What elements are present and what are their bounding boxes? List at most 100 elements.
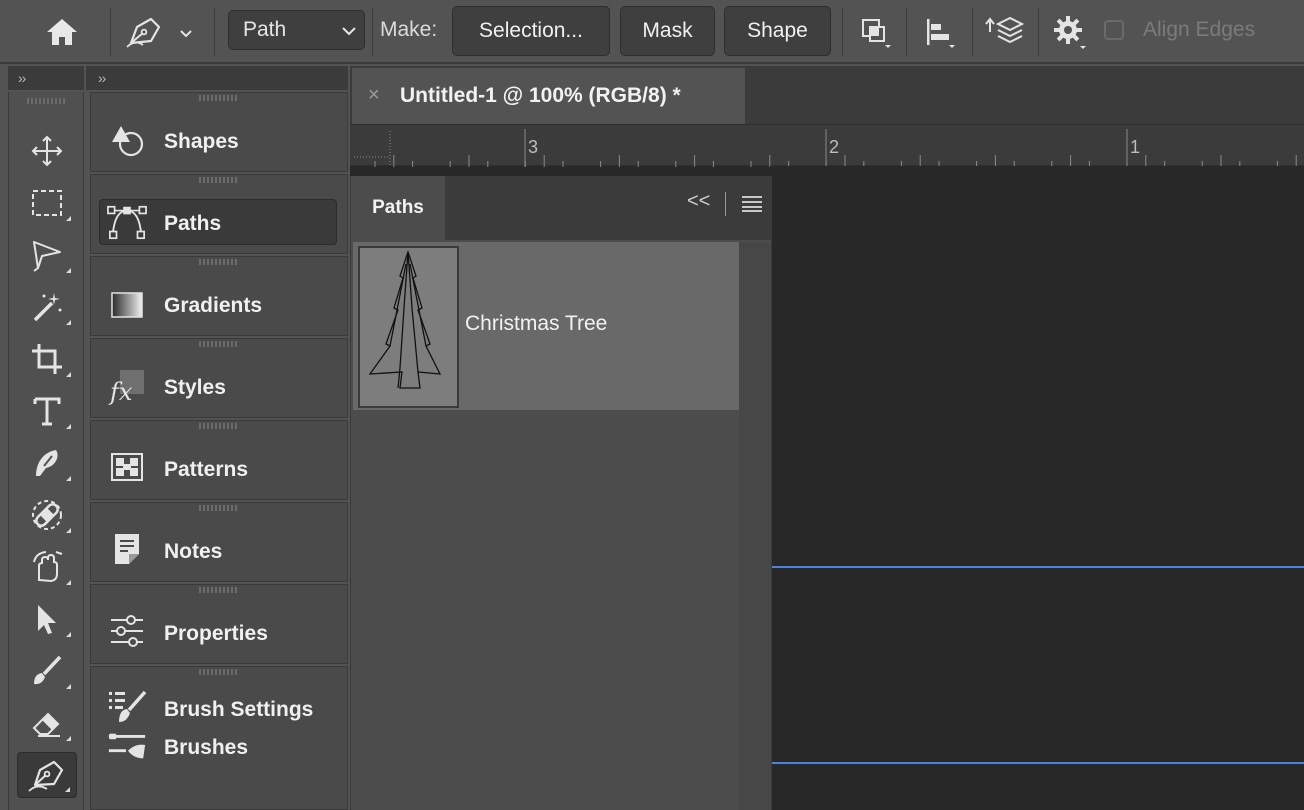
tool-flyout-indicator: [65, 787, 70, 792]
drag-grip[interactable]: [199, 669, 237, 675]
brush-settings-icon: [107, 687, 147, 727]
drag-grip[interactable]: [199, 587, 237, 593]
brush-tool-icon[interactable]: [17, 648, 77, 694]
tool-flyout-indicator: [66, 580, 71, 585]
drag-grip[interactable]: [199, 95, 237, 101]
collapse-panel-icon[interactable]: <<: [687, 190, 710, 213]
properties-icon: [107, 611, 147, 651]
patterns-icon: [107, 447, 147, 487]
paths-panel-header: Paths <<: [351, 176, 771, 240]
rectangular-marquee-tool-icon[interactable]: [17, 180, 77, 226]
mixer-brush-tool-icon[interactable]: [17, 440, 77, 486]
tools-column: ››: [0, 66, 84, 810]
ruler-number: 2: [829, 137, 840, 157]
styles-icon: fx: [107, 367, 147, 407]
paths-icon: [107, 202, 147, 242]
crop-tool-icon[interactable]: [17, 336, 77, 382]
dock-item-shapes[interactable]: Shapes: [90, 92, 348, 172]
align-edges-checkbox[interactable]: [1104, 20, 1124, 40]
paths-panel-tab[interactable]: Paths: [351, 176, 445, 240]
separator: [214, 8, 215, 56]
dock-item-label: Notes: [164, 540, 223, 563]
dock-item-properties[interactable]: Properties: [90, 584, 348, 664]
panel-scroll-area[interactable]: [739, 242, 771, 810]
panel-dock-column: ›› Shapes Paths Gradients fx Styles Patt…: [86, 66, 348, 810]
dock-item-label: Brushes: [164, 736, 249, 759]
close-icon[interactable]: ×: [368, 84, 380, 107]
dock-item-label: Brush Settings: [164, 698, 314, 721]
panel-dock: Shapes Paths Gradients fx Styles Pattern…: [90, 92, 348, 810]
dock-item-styles[interactable]: fx Styles: [90, 338, 348, 418]
healing-brush-tool-icon[interactable]: [17, 492, 77, 538]
document-tab[interactable]: × Untitled-1 @ 100% (RGB/8) *: [352, 68, 745, 124]
collapse-tools-icon[interactable]: ››: [18, 70, 26, 86]
type-tool-icon[interactable]: [17, 388, 77, 434]
path-list-item[interactable]: Christmas Tree: [353, 242, 739, 410]
magic-wand-tool-icon[interactable]: [17, 284, 77, 330]
guide-line[interactable]: [770, 566, 1304, 568]
path-operations-icon[interactable]: [852, 10, 896, 54]
svg-text:fx: fx: [108, 378, 133, 406]
dock-item-patterns[interactable]: Patterns: [90, 420, 348, 500]
make-label: Make:: [380, 18, 438, 41]
separator: [1038, 8, 1039, 56]
guide-line[interactable]: [770, 762, 1304, 764]
tool-flyout-indicator: [66, 424, 71, 429]
dock-item-label: Gradients: [164, 294, 263, 317]
pen-tool-preset-picker[interactable]: [122, 10, 194, 54]
move-tool-icon[interactable]: [17, 128, 77, 174]
horizontal-ruler[interactable]: 3 2 1: [350, 124, 1304, 167]
ruler-number: 3: [528, 137, 539, 157]
dock-item-paths[interactable]: Paths: [90, 174, 348, 254]
drag-grip[interactable]: [199, 259, 237, 265]
path-arrangement-icon[interactable]: [982, 10, 1026, 54]
dock-item-gradients[interactable]: Gradients: [90, 256, 348, 336]
separator: [972, 8, 973, 56]
drag-grip[interactable]: [27, 98, 67, 104]
separator: [842, 8, 843, 56]
document-tab-bar: × Untitled-1 @ 100% (RGB/8) *: [350, 66, 1304, 124]
tool-flyout-indicator: [66, 372, 71, 377]
puppet-warp-hand-icon[interactable]: [17, 544, 77, 590]
separator: [372, 8, 373, 56]
separator: [906, 8, 907, 56]
dock-item-brush-settings[interactable]: Brush Settings: [90, 666, 348, 726]
tool-flyout-indicator: [66, 476, 71, 481]
drag-grip[interactable]: [199, 341, 237, 347]
christmas-tree-path-icon: [368, 249, 442, 389]
path-alignment-icon[interactable]: [916, 10, 960, 54]
tool-flyout-indicator: [66, 528, 71, 533]
options-bar: Path Make: Selection... Mask Shape Align…: [0, 0, 1304, 64]
collapse-dock-icon[interactable]: ››: [98, 70, 106, 86]
dock-item-label: Shapes: [164, 130, 239, 153]
toolbar: [8, 92, 84, 810]
canvas[interactable]: [770, 166, 1304, 810]
path-mode-select[interactable]: Path: [228, 10, 365, 50]
lasso-tool-icon[interactable]: [17, 232, 77, 278]
path-thumbnail: [358, 246, 459, 408]
ruler-origin-marker: [354, 131, 391, 165]
drag-grip[interactable]: [199, 177, 237, 183]
panel-menu-icon[interactable]: [741, 195, 763, 213]
separator: [110, 8, 111, 56]
make-selection-button[interactable]: Selection...: [452, 6, 610, 56]
drag-grip[interactable]: [199, 505, 237, 511]
path-selection-tool-icon[interactable]: [17, 596, 77, 642]
separator: [725, 192, 726, 216]
tool-flyout-indicator: [66, 632, 71, 637]
eraser-tool-icon[interactable]: [17, 700, 77, 746]
paths-panel: Paths << Christmas Tree: [350, 176, 772, 810]
make-mask-button[interactable]: Mask: [620, 6, 715, 56]
gear-icon[interactable]: [1048, 10, 1092, 54]
drag-grip[interactable]: [199, 423, 237, 429]
dock-item-brushes[interactable]: Brushes: [90, 726, 348, 810]
ruler-number: 1: [1130, 137, 1141, 157]
make-shape-button[interactable]: Shape: [724, 6, 831, 56]
home-icon[interactable]: [40, 10, 84, 54]
path-mode-value: Path: [243, 18, 287, 41]
document-tab-title: Untitled-1 @ 100% (RGB/8) *: [400, 84, 681, 107]
dock-item-notes[interactable]: Notes: [90, 502, 348, 582]
pen-tool-icon[interactable]: [17, 752, 77, 798]
dock-item-label: Patterns: [164, 458, 249, 481]
dock-item-label: Properties: [164, 622, 268, 645]
